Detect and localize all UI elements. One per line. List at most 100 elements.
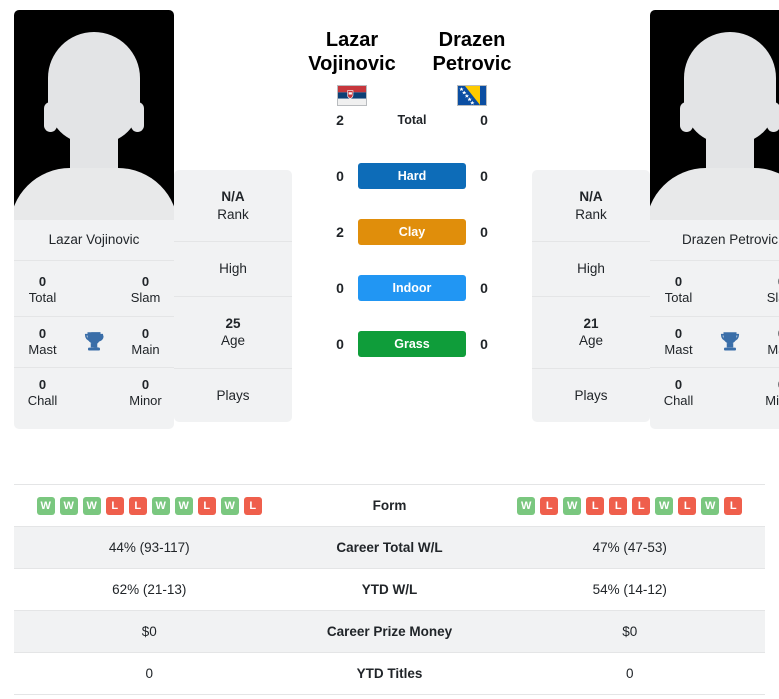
right-player-info-column: N/A Rank High 21 Age Plays <box>532 170 650 423</box>
info-age-label: Age <box>220 333 246 349</box>
surface-badge-grass[interactable]: Grass <box>358 330 466 357</box>
form-badge-loss: L <box>243 496 262 515</box>
info-row-age: 21 Age <box>532 297 650 369</box>
info-age-label: Age <box>578 333 604 349</box>
h2h-indoor-left-score: 0 <box>336 279 344 296</box>
titles-main-value: 0 <box>141 325 150 341</box>
form-badge-win: W <box>701 496 720 515</box>
titles-cell-main: 0 Main <box>753 326 779 359</box>
titles-slam-value: 0 <box>141 274 150 289</box>
left-form-cell: WWWLLWWLWL <box>14 496 285 515</box>
h2h-row-grass: 0 Grass 0 <box>322 316 502 372</box>
titles-total-label: Total <box>664 290 693 306</box>
silhouette-body-icon <box>650 168 779 220</box>
silhouette-head-icon <box>48 32 140 144</box>
titles-total-value: 0 <box>674 274 683 289</box>
right-career-prize-money: $0 <box>622 624 638 639</box>
h2h-row-indoor: 0 Indoor 0 <box>322 260 502 316</box>
left-player-photo-column: Lazar Vojinovic 0 Total 0 Slam 0 Mast 0 … <box>14 10 174 429</box>
titles-minor-value: 0 <box>753 377 779 393</box>
titles-mast-label: Mast <box>28 341 57 357</box>
info-row-rank: N/A Rank <box>174 170 292 243</box>
left-career-prize-money: $0 <box>141 624 157 639</box>
h2h-clay-left-score: 2 <box>336 223 344 240</box>
form-badge-loss: L <box>632 496 651 515</box>
right-career-total-wl: 47% (47-53) <box>592 540 667 555</box>
titles-cell-slam: 0 Slam <box>753 274 779 307</box>
form-badge-win: W <box>220 496 239 515</box>
stat-label-career-prize-money: Career Prize Money <box>326 624 453 639</box>
info-row-age: 25 Age <box>174 297 292 369</box>
info-plays-label: Plays <box>574 387 608 403</box>
titles-main-label: Main <box>131 341 160 357</box>
info-plays-label: Plays <box>216 387 250 403</box>
titles-cell-minor: 0 Minor <box>753 377 779 410</box>
titles-chall-value: 0 <box>38 377 47 392</box>
form-badge-loss: L <box>678 496 697 515</box>
right-form-badges: WLWLLLWLWL <box>495 496 766 515</box>
right-player-photo-name: Drazen Petrovic <box>650 220 779 261</box>
titles-cell-chall: 0 Chall <box>14 377 71 410</box>
stat-label-ytd-titles: YTD Titles <box>356 666 423 681</box>
info-age-value: 21 <box>583 315 599 331</box>
left-ytd-titles: 0 <box>145 666 153 681</box>
stat-row-form: WWWLLWWLWL Form WLWLLLWLWL <box>14 485 765 527</box>
titles-cell-main: 0 Main <box>117 326 174 359</box>
titles-cell-minor: 0 Minor <box>117 377 174 410</box>
info-row-plays: Plays <box>174 369 292 423</box>
stat-row-ytd-titles: 0 YTD Titles 0 <box>14 653 765 695</box>
form-badge-loss: L <box>540 496 559 515</box>
titles-row-mast-main: 0 Mast 0 Main <box>650 317 779 368</box>
surface-badge-hard[interactable]: Hard <box>358 162 466 189</box>
titles-cell-mast: 0 Mast <box>650 326 707 359</box>
h2h-row-clay: 2 Clay 0 <box>322 204 502 260</box>
titles-main-value: 0 <box>753 326 779 342</box>
right-player-info-card: N/A Rank High 21 Age Plays <box>532 170 650 423</box>
form-badge-loss: L <box>105 496 124 515</box>
h2h-total-label: Total <box>397 112 427 127</box>
silhouette-ear-left-icon <box>44 102 57 132</box>
form-badge-win: W <box>36 496 55 515</box>
h2h-indoor-right-score: 0 <box>480 279 488 296</box>
left-form-badges: WWWLLWWLWL <box>14 496 285 515</box>
trophy-icon <box>707 329 753 355</box>
titles-slam-label: Slam <box>130 290 161 306</box>
titles-main-label: Main <box>767 341 779 357</box>
titles-row-total-slam: 0 Total 0 Slam <box>650 265 779 317</box>
right-form-cell: WLWLLLWLWL <box>495 496 766 515</box>
h2h-total-left-score: 2 <box>336 111 344 128</box>
comparison-top-zone: Lazar Vojinovic 0 Total 0 Slam 0 Mast 0 … <box>0 0 779 478</box>
stat-row-ytd-wl: 62% (21-13) YTD W/L 54% (14-12) <box>14 569 765 611</box>
surface-badge-indoor[interactable]: Indoor <box>358 274 466 301</box>
comparison-stats-table: WWWLLWWLWL Form WLWLLLWLWL 44% (93-117) … <box>14 484 765 695</box>
info-row-high: High <box>532 242 650 297</box>
player-comparison-page: Lazar Vojinovic 0 Total 0 Slam 0 Mast 0 … <box>0 0 779 699</box>
titles-row-mast-main: 0 Mast 0 Main <box>14 317 174 368</box>
info-age-value: 25 <box>225 315 241 331</box>
titles-row-chall-minor: 0 Chall 0 Minor <box>14 368 174 419</box>
titles-cell-mast: 0 Mast <box>14 326 71 359</box>
form-badge-win: W <box>59 496 78 515</box>
titles-mast-label: Mast <box>664 341 693 357</box>
form-badge-win: W <box>151 496 170 515</box>
form-badge-win: W <box>655 496 674 515</box>
h2h-row-hard: 0 Hard 0 <box>322 148 502 204</box>
titles-mast-value: 0 <box>38 325 47 341</box>
left-player-photo <box>14 10 174 220</box>
h2h-grass-right-score: 0 <box>480 335 488 352</box>
trophy-icon <box>71 329 117 355</box>
left-career-total-wl: 44% (93-117) <box>108 540 190 555</box>
surface-badge-clay[interactable]: Clay <box>358 218 466 245</box>
titles-cell-total: 0 Total <box>650 274 707 307</box>
titles-mast-value: 0 <box>674 325 683 341</box>
serbia-flag-icon <box>337 84 367 106</box>
info-row-plays: Plays <box>532 369 650 423</box>
bosnia-herzegovina-flag-icon <box>457 84 487 106</box>
info-high-label: High <box>577 261 605 277</box>
stat-label-ytd-wl: YTD W/L <box>361 582 418 597</box>
h2h-hard-right-score: 0 <box>480 167 488 184</box>
titles-minor-value: 0 <box>141 377 150 392</box>
info-row-rank: N/A Rank <box>532 170 650 243</box>
left-player-photo-name: Lazar Vojinovic <box>14 220 174 261</box>
right-player-last-name: Petrovic <box>432 53 512 76</box>
